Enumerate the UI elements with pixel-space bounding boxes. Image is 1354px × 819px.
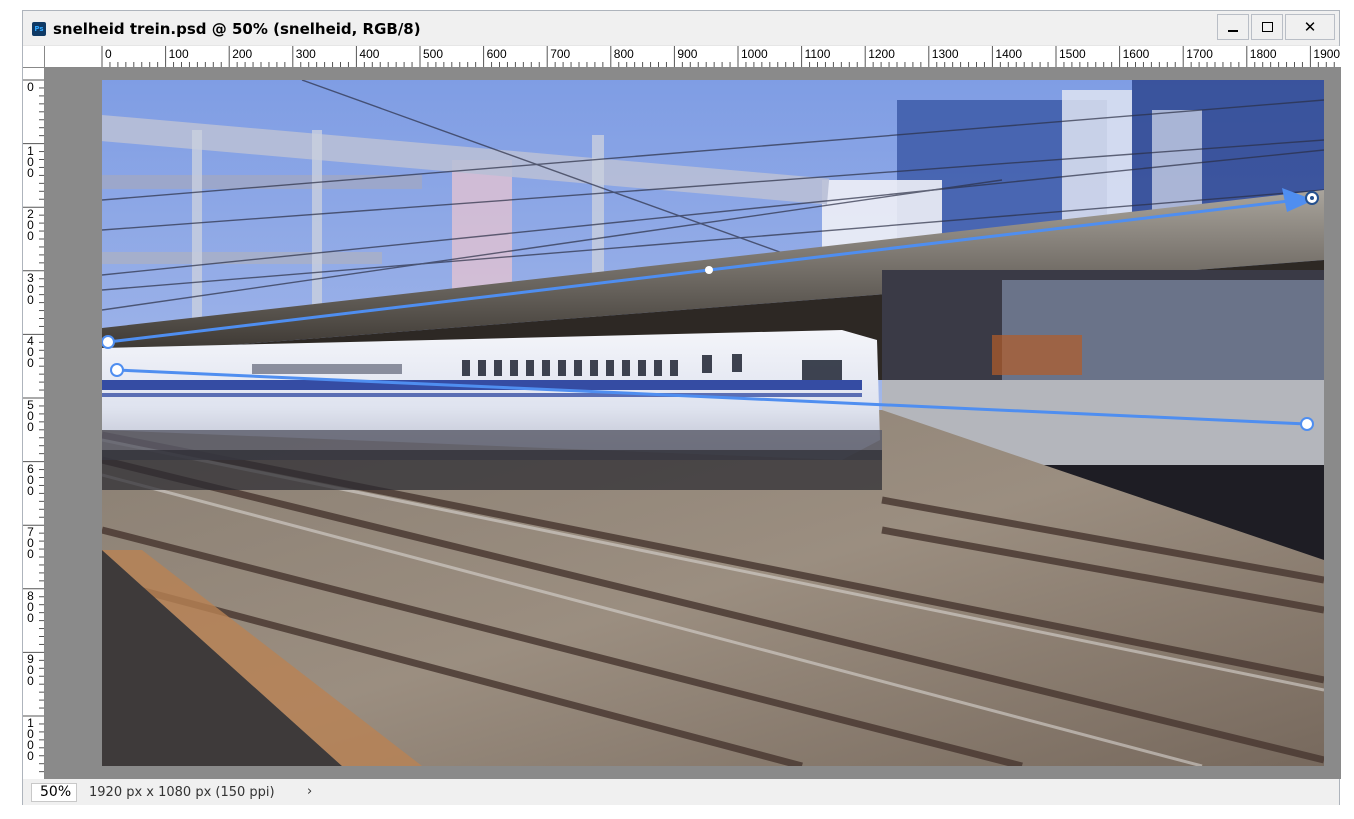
ruler-h-label: 500 (423, 47, 444, 61)
document-info[interactable]: 1920 px x 1080 px (150 ppi) (89, 785, 275, 800)
photoshop-icon: Ps (32, 22, 46, 36)
ruler-h-label: 1400 (995, 47, 1023, 61)
ruler-h-label: 1100 (804, 47, 831, 61)
ruler-h-label: 0 (105, 47, 112, 61)
chevron-right-icon[interactable]: › (307, 784, 312, 799)
title-bar[interactable]: Ps snelheid trein.psd @ 50% (snelheid, R… (23, 11, 1339, 45)
ruler-h-label: 300 (295, 47, 316, 61)
status-bar: 50% 1920 px x 1080 px (150 ppi) › (23, 779, 1339, 805)
ruler-h-label: 1700 (1186, 47, 1213, 61)
vertical-ruler[interactable]: 0 100 200 300 400 500 600 700 800 900 1000 (23, 68, 45, 779)
ruler-h-label: 1000 (741, 47, 768, 61)
ruler-v-label: 700 (27, 525, 34, 562)
ruler-h-label: 1900 (1313, 47, 1341, 61)
ruler-v-label: 600 (27, 461, 34, 498)
ruler-h-label: 1600 (1122, 47, 1150, 61)
ruler-h-label: 200 (232, 47, 253, 61)
ruler-v-label: 400 (27, 334, 34, 371)
ruler-h-label: 100 (168, 47, 189, 61)
ruler-h-label: 1300 (931, 47, 959, 61)
ruler-h-label: 400 (359, 47, 380, 61)
ruler-v-label: 1000 (27, 716, 34, 763)
ruler-v-label: 500 (27, 398, 34, 434)
minimize-button[interactable] (1217, 14, 1249, 40)
ruler-v-label: 100 (27, 143, 34, 180)
ruler-v-label: 300 (27, 270, 34, 307)
pasteboard[interactable] (45, 68, 1341, 779)
maximize-icon (1261, 22, 1273, 32)
close-button[interactable]: ✕ (1285, 14, 1335, 40)
train-photo (102, 80, 1324, 766)
ruler-h-label: 900 (677, 47, 698, 61)
minimize-icon (1228, 30, 1238, 32)
ruler-h-label: 800 (613, 47, 634, 61)
close-icon: ✕ (1303, 18, 1317, 36)
ruler-h-label: 700 (550, 47, 571, 61)
window-title: snelheid trein.psd @ 50% (snelheid, RGB/… (53, 20, 421, 38)
document-window: Ps snelheid trein.psd @ 50% (snelheid, R… (22, 10, 1341, 805)
ruler-h-label: 1200 (868, 47, 895, 61)
ruler-origin[interactable] (23, 46, 45, 68)
horizontal-ruler[interactable]: 0 100 200 300 400 500 600 700 800 900 1000 1100 1200… (45, 46, 1341, 68)
ruler-h-label: 600 (486, 47, 507, 61)
ruler-v-label: 800 (27, 588, 34, 625)
ruler-v-label: 900 (27, 652, 34, 689)
app-icon-label: Ps (34, 25, 44, 33)
maximize-button[interactable] (1251, 14, 1283, 40)
ruler-v-label: 200 (27, 207, 34, 244)
ruler-h-label: 1500 (1059, 47, 1086, 61)
document-canvas[interactable] (102, 80, 1324, 766)
ruler-v-label: 0 (27, 80, 34, 94)
ruler-h-label: 1800 (1249, 47, 1277, 61)
zoom-field[interactable]: 50% (31, 783, 77, 802)
